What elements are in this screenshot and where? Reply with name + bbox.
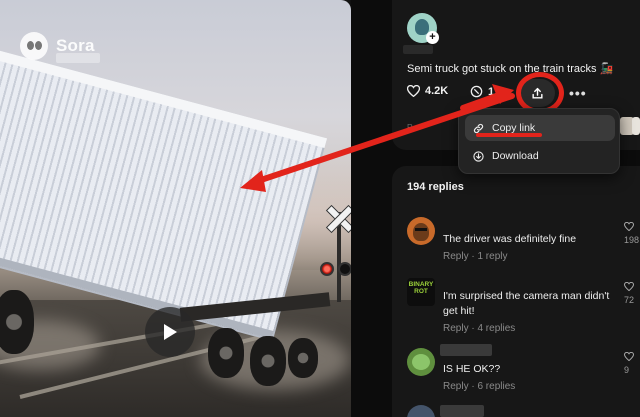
follow-plus-icon[interactable]: +	[426, 31, 439, 44]
reply-link[interactable]: Reply	[443, 323, 469, 334]
reply-count[interactable]: 4 replies	[477, 323, 515, 334]
menu-item-label: Download	[492, 150, 539, 162]
menu-item-download[interactable]: Download	[465, 143, 615, 169]
comment-like[interactable]: 9	[624, 351, 634, 376]
comment-like[interactable]: 198	[624, 221, 640, 246]
heart-icon	[624, 221, 634, 232]
faint-label-behind-menu: R	[407, 123, 413, 132]
heart-icon	[407, 85, 420, 97]
annotation-underline	[476, 133, 542, 137]
railroad-crossing-sign	[326, 205, 351, 231]
truck-wheel	[0, 290, 34, 354]
avatar-text: BINARY ROT	[408, 281, 434, 295]
play-icon	[164, 324, 177, 340]
heart-icon	[624, 351, 634, 362]
remix-count: 1.	[488, 85, 498, 98]
commenter-avatar[interactable]	[407, 217, 435, 245]
comment-like[interactable]: 72	[624, 281, 635, 306]
truck-wheel	[250, 336, 286, 386]
heart-icon	[624, 281, 634, 292]
post-caption: Semi truck got stuck on the train tracks…	[407, 63, 614, 75]
comment-text: I'm surprised the camera man didn't get …	[443, 290, 610, 318]
comment-text: The driver was definitely fine	[443, 233, 577, 245]
sora-logo-icon	[20, 32, 48, 60]
like-count: 4.2K	[425, 85, 449, 97]
reply-link[interactable]: Reply	[443, 381, 469, 392]
reply-count[interactable]: 6 replies	[477, 381, 515, 392]
replies-count-title: 194 replies	[407, 181, 464, 193]
semi-trailer	[0, 40, 328, 342]
comment-meta: Reply · 1 reply	[443, 251, 508, 262]
comment-like-count: 9	[624, 364, 630, 375]
more-options-button[interactable]: •••	[569, 85, 587, 101]
download-icon	[473, 150, 484, 162]
link-icon	[473, 123, 484, 133]
truck-wheel	[288, 338, 318, 378]
thumbnail-peek	[632, 117, 640, 135]
commenter-avatar[interactable]	[407, 348, 435, 376]
remix-button[interactable]: 1.	[470, 85, 497, 98]
play-button[interactable]	[145, 307, 195, 357]
comment-text: IS HE OK??	[443, 363, 501, 375]
comment-like-count: 198	[624, 234, 640, 245]
crossing-light	[320, 262, 334, 276]
reply-link[interactable]: Reply	[443, 251, 469, 262]
commenter-avatar[interactable]: BINARY ROT	[407, 278, 435, 306]
like-button[interactable]: 4.2K	[407, 85, 448, 97]
comment-like-count: 72	[624, 294, 635, 305]
username-redacted	[403, 45, 433, 54]
crossing-light	[338, 262, 351, 276]
username-redacted	[440, 344, 492, 356]
truck-wheel	[208, 328, 244, 378]
video-player[interactable]: Sora	[0, 0, 351, 417]
watermark-username-redacted	[56, 53, 100, 63]
share-menu: Copy link Download	[458, 108, 620, 174]
reply-count[interactable]: 1 reply	[477, 251, 507, 262]
comment-meta: Reply · 6 replies	[443, 381, 516, 392]
remix-icon	[470, 85, 483, 98]
comment-meta: Reply · 4 replies	[443, 323, 516, 334]
menu-item-copy-link[interactable]: Copy link	[465, 115, 615, 141]
username-redacted	[440, 405, 484, 417]
